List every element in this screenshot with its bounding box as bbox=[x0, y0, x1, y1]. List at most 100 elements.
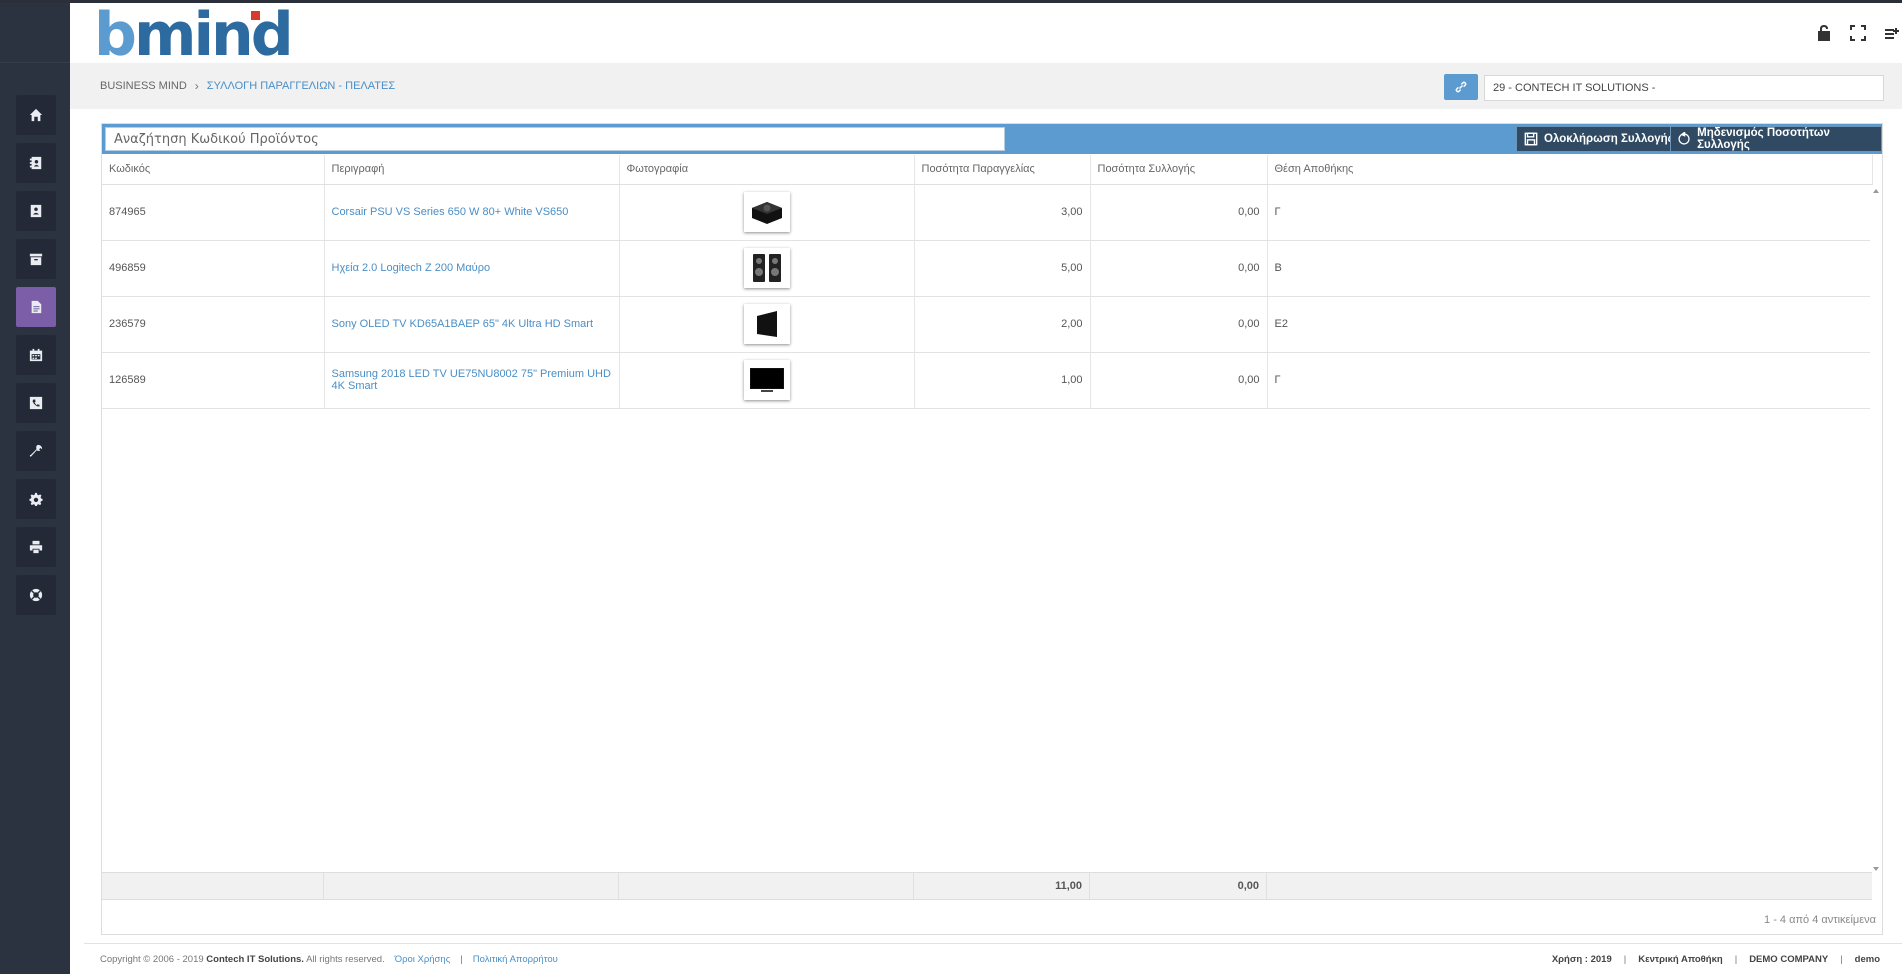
breadcrumb-home[interactable]: BUSINESS MIND bbox=[100, 80, 187, 92]
cell-description-link[interactable]: Ηχεία 2.0 Logitech Z 200 Μαύρο bbox=[324, 240, 620, 297]
column-header-photo[interactable]: Φωτογραφία bbox=[619, 155, 915, 185]
reset-quantities-label: Μηδενισμός Ποσοτήτων Συλλογής bbox=[1697, 127, 1830, 151]
footer-separator: | bbox=[1623, 954, 1627, 965]
cell-collected-qty[interactable]: 0,00 bbox=[1090, 296, 1268, 353]
cell-collected-qty[interactable]: 0,00 bbox=[1090, 240, 1268, 297]
terms-link[interactable]: Όροι Χρήσης bbox=[395, 954, 451, 965]
product-thumbnail[interactable] bbox=[743, 248, 790, 288]
sidebar-item-contacts[interactable] bbox=[16, 143, 56, 183]
table-row[interactable]: 874965 Corsair PSU VS Series 650 W 80+ W… bbox=[102, 184, 1873, 241]
product-thumbnail[interactable] bbox=[743, 192, 790, 232]
column-header-description[interactable]: Περιγραφή bbox=[324, 155, 620, 185]
totals-cell-empty bbox=[619, 873, 914, 899]
totals-cell-empty bbox=[102, 873, 324, 899]
link-icon bbox=[1455, 81, 1467, 93]
table-row[interactable]: 126589 Samsung 2018 LED TV UE75NU8002 75… bbox=[102, 352, 1873, 409]
cell-code: 496859 bbox=[102, 240, 325, 297]
company-selector[interactable]: DEMO COMPANY bbox=[1749, 954, 1828, 965]
gear-icon bbox=[29, 492, 43, 506]
sidebar-item-calls[interactable] bbox=[16, 383, 56, 423]
logo-dot bbox=[251, 11, 260, 20]
cell-description-link[interactable]: Sony OLED TV KD65A1BAEP 65" 4K Ultra HD … bbox=[324, 296, 620, 353]
totals-cell-empty bbox=[1267, 873, 1872, 899]
company-name: Contech IT Solutions. bbox=[206, 954, 304, 965]
column-header-location[interactable]: Θέση Αποθήκης bbox=[1267, 155, 1873, 185]
sidebar-top bbox=[0, 3, 70, 63]
table-row[interactable]: 496859 Ηχεία 2.0 Logitech Z 200 Μαύρο 5,… bbox=[102, 240, 1873, 297]
sidebar-item-customers[interactable] bbox=[16, 191, 56, 231]
home-icon bbox=[29, 108, 43, 122]
save-icon bbox=[1524, 132, 1538, 146]
footer-separator: | bbox=[1734, 954, 1738, 965]
cell-photo bbox=[619, 296, 915, 353]
sidebar-item-orders[interactable] bbox=[16, 287, 56, 327]
scroll-up-icon[interactable] bbox=[1873, 189, 1879, 193]
cell-code: 126589 bbox=[102, 352, 325, 409]
archive-icon bbox=[29, 253, 43, 266]
user-name[interactable]: demo bbox=[1855, 954, 1880, 965]
sidebar-nav bbox=[16, 95, 56, 623]
column-header-code[interactable]: Κωδικός bbox=[102, 155, 325, 185]
document-icon bbox=[31, 300, 42, 314]
cell-description-link[interactable]: Samsung 2018 LED TV UE75NU8002 75" Premi… bbox=[324, 352, 620, 409]
customer-link-button[interactable] bbox=[1444, 74, 1478, 100]
customer-field[interactable] bbox=[1484, 75, 1884, 101]
sidebar-item-settings[interactable] bbox=[16, 479, 56, 519]
sidebar-item-support[interactable] bbox=[16, 575, 56, 615]
product-thumbnail[interactable] bbox=[743, 304, 790, 344]
add-list-icon[interactable] bbox=[1882, 23, 1902, 43]
lock-icon[interactable] bbox=[1814, 23, 1834, 43]
cell-photo bbox=[619, 184, 915, 241]
totals-cell-empty bbox=[324, 873, 619, 899]
breadcrumb-bar: BUSINESS MIND › ΣΥΛΛΟΓΗ ΠΑΡΑΓΓΕΛΙΩΝ - ΠΕ… bbox=[70, 63, 1902, 109]
complete-collection-button[interactable]: Ολοκλήρωση Συλλογής bbox=[1516, 126, 1682, 152]
logo-text: bmind bbox=[94, 0, 294, 70]
privacy-link[interactable]: Πολιτική Απορρήτου bbox=[473, 954, 558, 965]
page-footer: Copyright © 2006 - 2019 Contech IT Solut… bbox=[84, 943, 1902, 974]
reset-quantities-button[interactable]: Μηδενισμός Ποσοτήτων Συλλογής bbox=[1670, 126, 1882, 152]
breadcrumb-separator: › bbox=[194, 79, 199, 93]
footer-right: Χρήση : 2019 | Κεντρική Αποθήκη | DEMO C… bbox=[1552, 954, 1880, 965]
product-thumbnail[interactable] bbox=[743, 360, 790, 400]
cell-photo bbox=[619, 240, 915, 297]
collection-grid-panel: Ολοκλήρωση Συλλογής Μηδενισμός Ποσοτήτων… bbox=[101, 123, 1883, 935]
sidebar-item-tools[interactable] bbox=[16, 431, 56, 471]
refresh-icon bbox=[1678, 132, 1690, 145]
cell-description-link[interactable]: Corsair PSU VS Series 650 W 80+ White VS… bbox=[324, 184, 620, 241]
top-header: bmind bbox=[70, 0, 1902, 70]
rights-text: All rights reserved. bbox=[306, 954, 385, 965]
order-items-table: Κωδικός Περιγραφή Φωτογραφία Ποσότητα Πα… bbox=[102, 155, 1873, 409]
scroll-down-icon[interactable] bbox=[1873, 867, 1879, 871]
totals-row: 11,00 0,00 bbox=[102, 872, 1872, 900]
bmind-logo[interactable]: bmind bbox=[94, 0, 294, 70]
cell-ordered-qty: 1,00 bbox=[914, 352, 1091, 409]
sidebar-item-archive[interactable] bbox=[16, 239, 56, 279]
product-code-search-input[interactable] bbox=[105, 127, 1005, 151]
warehouse-name[interactable]: Κεντρική Αποθήκη bbox=[1638, 954, 1723, 965]
grid-toolbar: Ολοκλήρωση Συλλογής Μηδενισμός Ποσοτήτων… bbox=[102, 124, 1882, 154]
footer-left: Copyright © 2006 - 2019 Contech IT Solut… bbox=[100, 954, 558, 965]
tv-icon bbox=[749, 368, 784, 392]
speakers-icon bbox=[752, 254, 781, 282]
cell-ordered-qty: 2,00 bbox=[914, 296, 1091, 353]
sidebar-item-print[interactable] bbox=[16, 527, 56, 567]
customer-card-icon bbox=[30, 204, 42, 218]
column-header-collected-qty[interactable]: Ποσότητα Συλλογής bbox=[1090, 155, 1268, 185]
sidebar-item-home[interactable] bbox=[16, 95, 56, 135]
column-header-ordered-qty[interactable]: Ποσότητα Παραγγελίας bbox=[914, 155, 1091, 185]
cell-collected-qty[interactable]: 0,00 bbox=[1090, 352, 1268, 409]
tv-icon bbox=[756, 311, 777, 337]
table-row[interactable]: 236579 Sony OLED TV KD65A1BAEP 65" 4K Ul… bbox=[102, 296, 1873, 353]
print-icon bbox=[29, 540, 43, 554]
breadcrumb-current[interactable]: ΣΥΛΛΟΓΗ ΠΑΡΑΓΓΕΛΙΩΝ - ΠΕΛΑΤΕΣ bbox=[207, 80, 395, 92]
sidebar-item-calendar[interactable] bbox=[16, 335, 56, 375]
cell-collected-qty[interactable]: 0,00 bbox=[1090, 184, 1268, 241]
fiscal-year[interactable]: Χρήση : 2019 bbox=[1552, 954, 1612, 965]
header-icons bbox=[1814, 23, 1902, 43]
footer-copyright: Copyright © 2006 - 2019 Contech IT Solut… bbox=[100, 954, 385, 965]
table-header-row: Κωδικός Περιγραφή Φωτογραφία Ποσότητα Πα… bbox=[102, 155, 1873, 185]
grid-scrollbar[interactable] bbox=[1870, 185, 1882, 875]
support-icon bbox=[29, 588, 43, 602]
cell-code: 874965 bbox=[102, 184, 325, 241]
fullscreen-icon[interactable] bbox=[1848, 23, 1868, 43]
